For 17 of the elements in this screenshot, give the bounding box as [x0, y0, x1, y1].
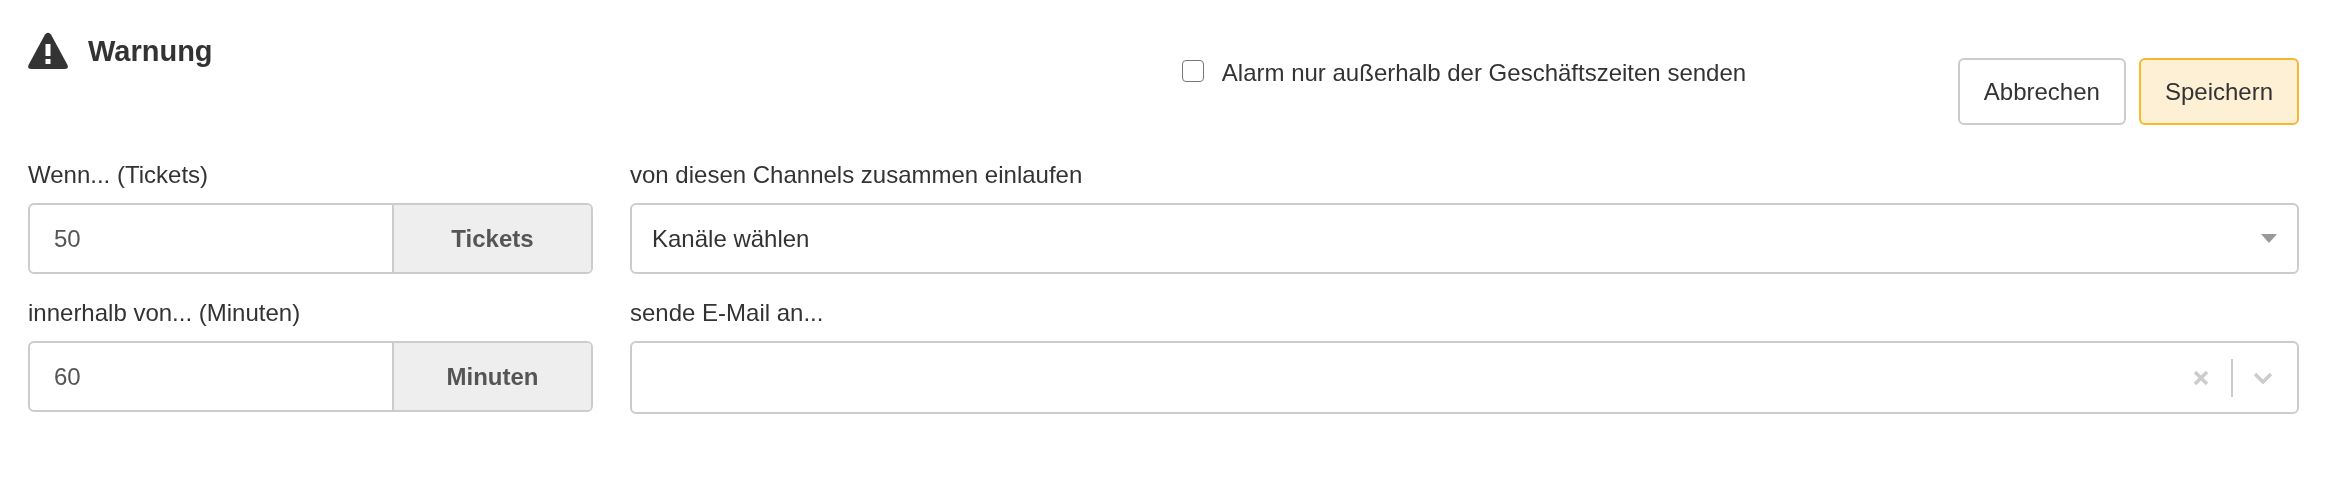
save-button[interactable]: Speichern	[2138, 58, 2299, 125]
unit-label: Minuten	[394, 343, 591, 410]
select-field[interactable]: Kanäle wählen	[630, 203, 2299, 274]
checkbox[interactable]	[1181, 60, 1204, 82]
unit-label: Tickets	[394, 205, 591, 272]
field-label: innerhalb von... (Minuten)	[28, 298, 302, 328]
chevron-down-icon	[2253, 371, 2273, 384]
checkbox-label: Alarm nur außerhalb der Geschäftszeiten senden	[1221, 58, 1748, 88]
caret-icon	[2261, 233, 2277, 244]
clear-icon	[2193, 369, 2209, 386]
field-label: Wenn... (Tickets)	[28, 160, 210, 190]
warning-icon	[28, 32, 68, 70]
section-title: Warnung	[88, 34, 213, 68]
email-select-field[interactable]	[630, 341, 2299, 414]
cancel-button[interactable]: Abbrechen	[1957, 58, 2126, 125]
field-label: von diesen Channels zusammen einlaufen	[630, 160, 1084, 190]
field-label: sende E-Mail an...	[630, 298, 825, 328]
